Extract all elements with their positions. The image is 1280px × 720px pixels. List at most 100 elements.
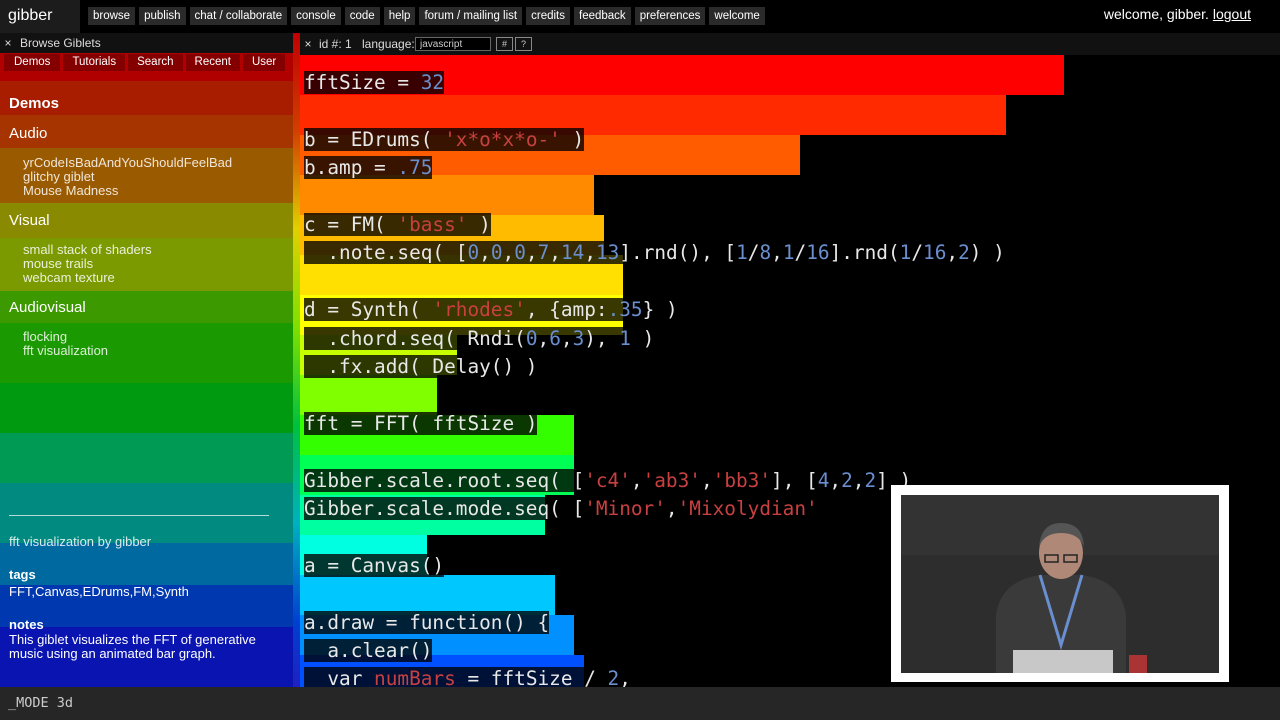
category-visual: Visual: [9, 212, 50, 229]
code-number: 1: [619, 326, 631, 350]
code-text: ): [630, 326, 655, 350]
nav-feedback[interactable]: feedback: [574, 7, 631, 25]
code-number: 1: [782, 241, 795, 265]
nav-code[interactable]: code: [344, 7, 380, 25]
code-line[interactable]: fftSize = 32: [304, 71, 445, 95]
tab-search[interactable]: Search: [128, 54, 183, 71]
tab-demos[interactable]: Demos: [4, 54, 61, 71]
code-text: .chord.seq( Rndi(: [304, 326, 526, 350]
code-text: = fftSize /: [455, 667, 608, 687]
code-text: fft = FFT( fftSize ): [304, 411, 538, 435]
help-button[interactable]: ?: [515, 37, 532, 51]
code-text: ,: [502, 241, 515, 265]
code-text: ,: [619, 667, 631, 687]
code-highlight: a.clear(): [304, 639, 433, 662]
close-icon[interactable]: ×: [302, 37, 314, 51]
category-audiovisual: Audiovisual: [9, 299, 86, 316]
code-highlight: b = EDrums( 'x*o*x*o-' ): [304, 127, 585, 151]
giblet-link[interactable]: glitchy giblet: [23, 170, 95, 184]
code-text: ].rnd(), [: [619, 241, 737, 265]
code-number: 0: [490, 241, 503, 265]
nav-forum[interactable]: forum / mailing list: [419, 7, 523, 25]
code-text: /: [911, 241, 924, 265]
code-string: 'Mixolydian': [677, 497, 818, 520]
divider: [9, 515, 269, 516]
code-line[interactable]: .chord.seq( Rndi(0,6,3), 1 ): [304, 326, 655, 351]
code-line[interactable]: fft = FFT( fftSize ): [304, 411, 538, 436]
nav-credits[interactable]: credits: [526, 7, 570, 25]
code-text: ,: [479, 241, 491, 265]
category-audio: Audio: [9, 125, 48, 142]
language-field[interactable]: [415, 37, 491, 51]
code-line[interactable]: b = EDrums( 'x*o*x*o-' ): [304, 127, 585, 152]
code-number: 0: [525, 326, 538, 350]
code-text: /: [747, 241, 760, 265]
code-highlight: d = Synth( 'rhodes', {amp:.35} ): [304, 298, 678, 322]
code-line[interactable]: c = FM( 'bass' ): [304, 213, 491, 237]
sidebar-content: Demos Tutorials Search Recent User Demos…: [0, 33, 293, 687]
editor-header: × id #: 1 language: # ?: [300, 33, 1280, 55]
code-line[interactable]: .fx.add( Delay() ): [304, 355, 538, 379]
app-logo[interactable]: gibber: [0, 0, 80, 33]
code-number: 2: [607, 667, 620, 687]
notes-label: notes: [9, 617, 44, 632]
code-line[interactable]: b.amp = .75: [304, 156, 433, 180]
giblet-link[interactable]: flocking: [23, 330, 67, 344]
code-text: a.draw = function() {: [304, 610, 550, 634]
code-text: ,: [560, 326, 573, 350]
nav-welcome[interactable]: welcome: [709, 7, 765, 25]
code-text: Gibber.scale.mode.seq( [: [304, 497, 585, 520]
code-text: ,: [549, 241, 561, 265]
code-highlight: var numBars = fftSize / 2,: [304, 667, 631, 687]
webcam-overlay: [891, 485, 1229, 682]
status-bar: _MODE 3d: [0, 687, 1280, 720]
sidebar-tabs: Demos Tutorials Search Recent User: [4, 54, 286, 71]
code-line[interactable]: Gibber.scale.root.seq( ['c4','ab3','bb3'…: [304, 468, 912, 493]
code-number: 2: [958, 241, 970, 265]
welcome-text: welcome, gibber.: [1103, 6, 1209, 22]
nav-chat-collaborate[interactable]: chat / collaborate: [189, 7, 288, 25]
code-line[interactable]: d = Synth( 'rhodes', {amp:.35} ): [304, 298, 678, 322]
giblet-link[interactable]: yrCodeIsBadAndYouShouldFeelBad: [23, 156, 232, 170]
tags-list: FFT,Canvas,EDrums,FM,Synth: [9, 584, 189, 599]
code-number: 6: [549, 326, 561, 350]
nav-console[interactable]: console: [291, 7, 341, 25]
code-text: ,: [537, 326, 550, 350]
nav-help[interactable]: help: [383, 7, 416, 25]
code-line[interactable]: a.clear(): [304, 639, 433, 663]
code-number: 4: [817, 468, 830, 492]
editor-gutter: [293, 33, 300, 687]
giblet-link[interactable]: small stack of shaders: [23, 243, 152, 257]
browse-giblets-panel: × Browse Giblets Demos Tutorials Search …: [0, 33, 293, 687]
code-text: ,: [525, 241, 538, 265]
giblet-link[interactable]: mouse trails: [23, 257, 93, 271]
code-line[interactable]: a.draw = function() {: [304, 610, 550, 635]
tab-tutorials[interactable]: Tutorials: [63, 54, 126, 71]
code-string: 'c4': [584, 468, 631, 492]
nav-preferences[interactable]: preferences: [634, 7, 706, 25]
giblet-link[interactable]: webcam texture: [23, 271, 115, 285]
giblet-byline: fft visualization by gibber: [9, 534, 152, 549]
hash-button[interactable]: #: [496, 37, 513, 51]
logout-link[interactable]: logout: [1213, 6, 1251, 22]
code-line[interactable]: .note.seq( [0,0,0,7,14,13].rnd(), [1/8,1…: [304, 241, 1005, 265]
code-highlight: b.amp = .75: [304, 156, 433, 180]
code-text: b.amp =: [304, 156, 398, 180]
nav-publish[interactable]: publish: [139, 7, 186, 25]
giblet-link[interactable]: fft visualization: [23, 344, 108, 358]
nav-browse[interactable]: browse: [88, 7, 136, 25]
giblet-link[interactable]: Mouse Madness: [23, 184, 118, 198]
code-text: ): [560, 127, 585, 151]
code-line[interactable]: var numBars = fftSize / 2,: [304, 667, 631, 687]
code-text: b = EDrums(: [304, 127, 445, 151]
code-number: .75: [397, 156, 433, 180]
code-highlight: Gibber.scale.root.seq( ['c4','ab3','bb3'…: [304, 468, 912, 492]
code-line[interactable]: a = Canvas(): [304, 553, 445, 578]
tab-recent[interactable]: Recent: [185, 54, 240, 71]
code-text: var: [304, 667, 375, 687]
tab-user[interactable]: User: [242, 54, 286, 71]
code-highlight: c = FM( 'bass' ): [304, 213, 491, 236]
code-line[interactable]: Gibber.scale.mode.seq( ['Minor','Mixolyd…: [304, 497, 818, 521]
code-text: ,: [771, 241, 783, 265]
code-number: .35: [607, 298, 643, 322]
